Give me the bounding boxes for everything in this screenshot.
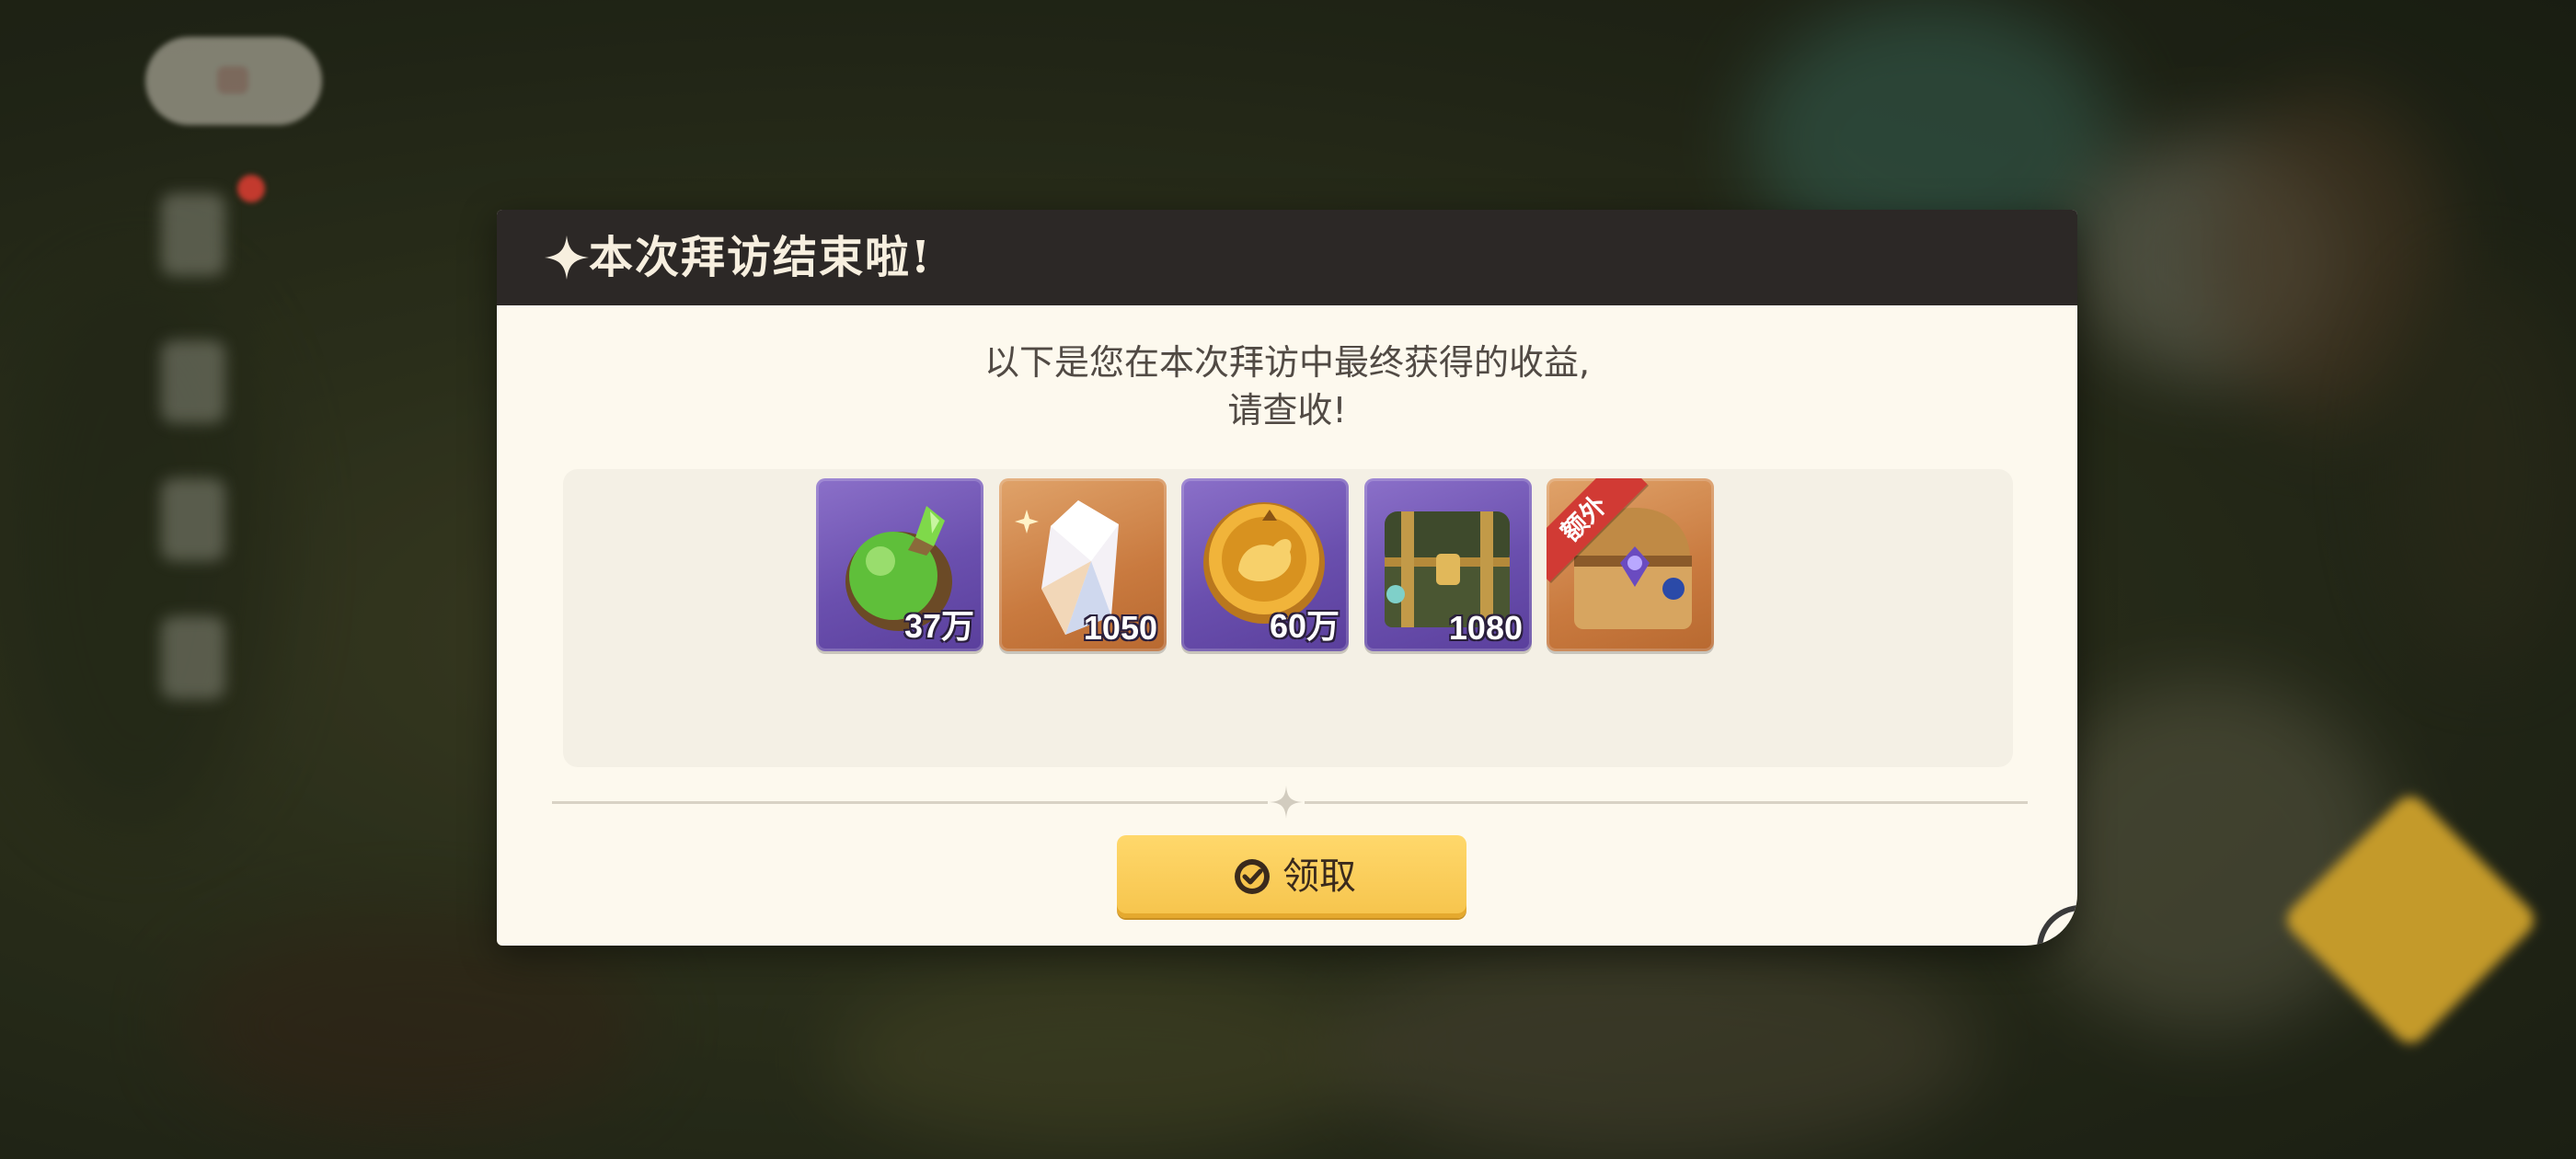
back-button[interactable] bbox=[145, 37, 322, 125]
divider-star-icon bbox=[1268, 786, 1305, 819]
side-menu-icon[interactable] bbox=[161, 340, 225, 423]
message-line-1: 以下是您在本次拜访中最终获得的收益, bbox=[983, 342, 1591, 383]
dialog-title-bar: 本次拜访结束啦! bbox=[497, 210, 2077, 305]
notification-dot bbox=[237, 175, 265, 202]
claim-label: 领取 bbox=[1282, 855, 1356, 898]
claim-button[interactable]: 领取 bbox=[1117, 835, 1466, 918]
reward-count: 60万 bbox=[1269, 607, 1340, 645]
dialog-corner-decoration bbox=[2037, 905, 2077, 946]
side-menu-icon[interactable] bbox=[161, 478, 225, 561]
reward-count: 1080 bbox=[1448, 609, 1523, 647]
reward-item[interactable]: 37万 bbox=[816, 478, 983, 651]
reward-count: 37万 bbox=[903, 607, 974, 645]
reward-item[interactable]: 1050 bbox=[999, 478, 1167, 651]
reward-count: 1050 bbox=[1083, 609, 1157, 647]
visit-result-dialog: 本次拜访结束啦! 以下是您在本次拜访中最终获得的收益, 请查收! 37万 105… bbox=[497, 210, 2077, 946]
reward-item[interactable]: 60万 bbox=[1181, 478, 1349, 651]
side-menu-icon[interactable] bbox=[161, 193, 225, 276]
sparkle-icon bbox=[545, 235, 589, 280]
reward-item[interactable]: 额外 bbox=[1547, 478, 1714, 651]
check-circle-icon bbox=[1235, 859, 1270, 894]
dialog-title: 本次拜访结束啦! bbox=[589, 232, 933, 283]
side-menu-icon[interactable] bbox=[161, 616, 225, 699]
back-arrow-icon bbox=[217, 66, 248, 94]
dialog-message: 以下是您在本次拜访中最终获得的收益, 请查收! bbox=[497, 339, 2077, 434]
message-line-2: 请查收! bbox=[1227, 390, 1347, 430]
reward-item[interactable]: 1080 bbox=[1364, 478, 1532, 651]
